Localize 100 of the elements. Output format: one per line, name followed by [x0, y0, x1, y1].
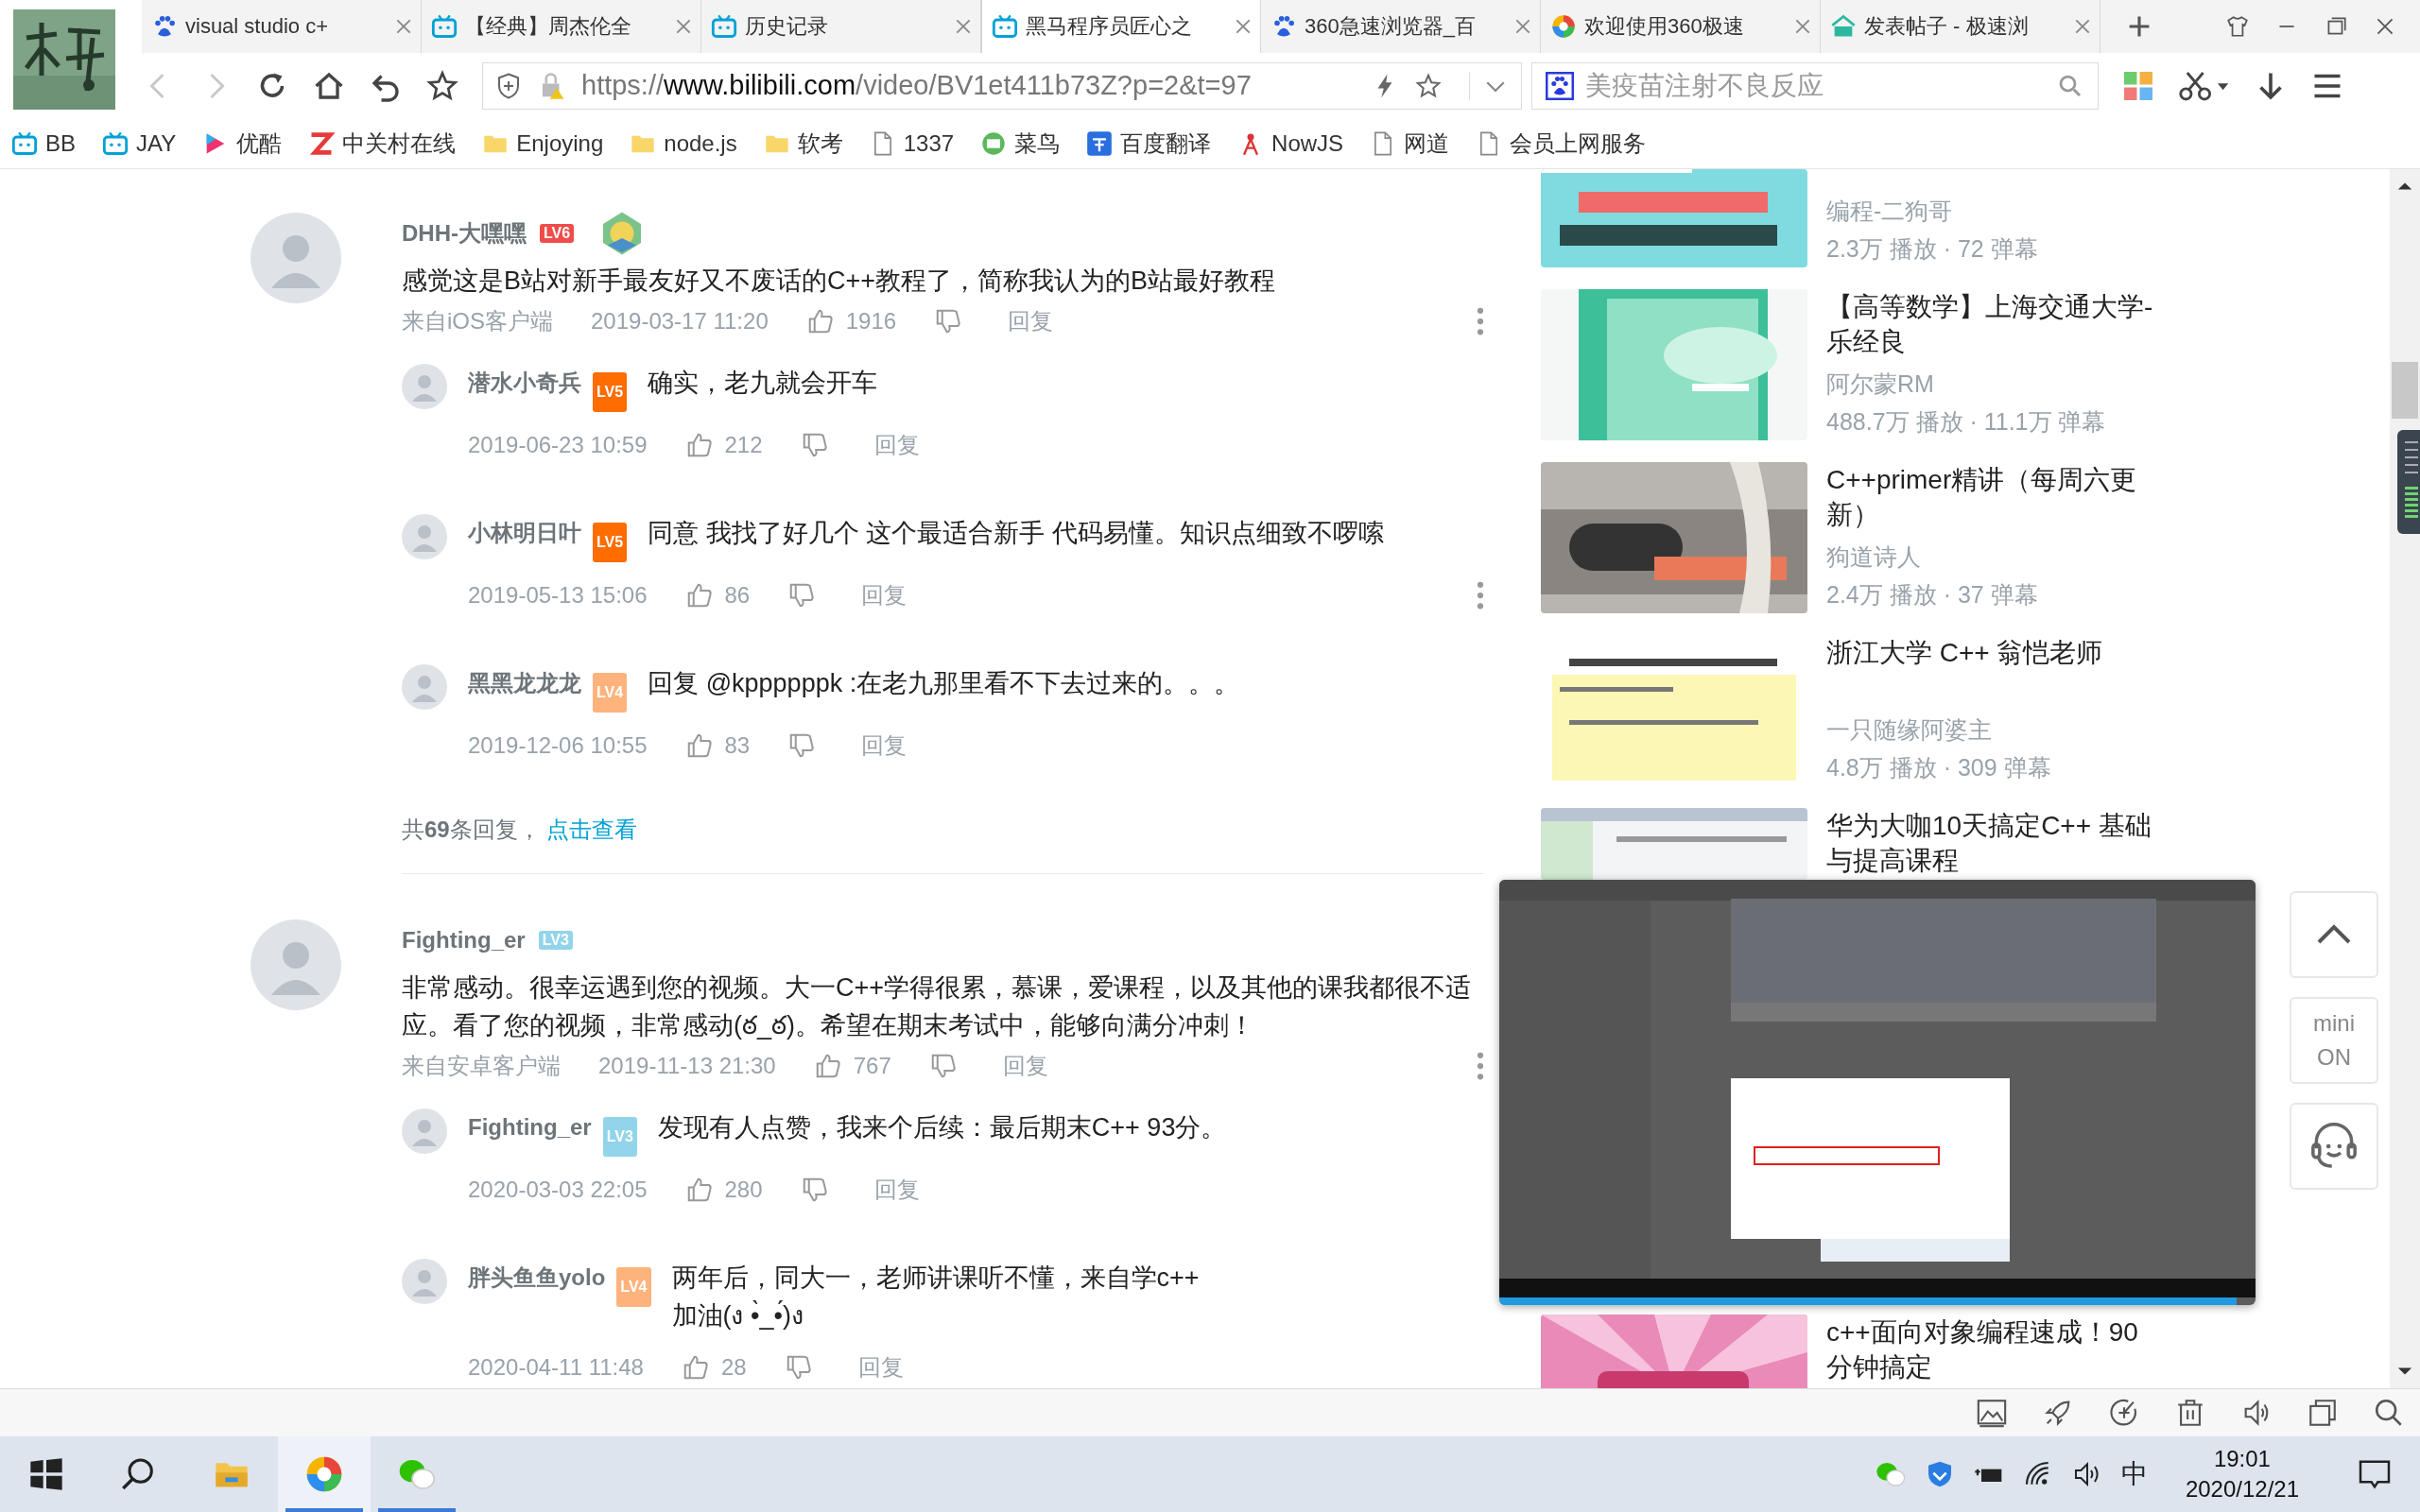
scroll-thumb[interactable] [2392, 362, 2418, 419]
tab-title: 360急速浏览器_百 [1305, 13, 1477, 40]
video-title[interactable]: 华为大咖10天搞定C++ 基础与提高课程 [1826, 808, 2157, 878]
bookmark[interactable]: 百度翻译 [1086, 128, 1212, 159]
bookmark[interactable]: NowJS [1237, 129, 1344, 157]
like-count: 767 [853, 1053, 891, 1079]
bookmark[interactable]: 1337 [869, 129, 955, 157]
avatar[interactable] [251, 213, 341, 303]
username[interactable]: 潜水小奇兵 [468, 364, 581, 402]
search-input[interactable]: 美疫苗注射不良反应 [1583, 69, 2047, 102]
username[interactable]: DHH-大嘿嘿 [402, 218, 527, 249]
tv-icon [11, 129, 38, 157]
like-count: 1916 [845, 308, 897, 335]
avatar[interactable] [251, 919, 341, 1010]
more-icon[interactable] [1477, 307, 1484, 335]
back-to-top-button[interactable] [2290, 891, 2378, 978]
search-bar[interactable]: 美疫苗注射不良反应 [1531, 61, 2099, 110]
tab-title: 黑马程序员匠心之 [1026, 13, 1193, 40]
reply-text: 两年后，同大一，老师讲课听不懂，来自学c++ 加油(ง •̀_•́)ง [671, 1263, 1201, 1332]
avatar[interactable] [402, 664, 447, 710]
username[interactable]: 黑黑龙龙龙 [468, 664, 581, 702]
star-icon[interactable] [425, 68, 459, 103]
house-icon [1830, 13, 1857, 40]
add-icon[interactable] [2127, 14, 2152, 39]
bookmark[interactable]: 网道 [1370, 128, 1450, 159]
video-stats: 4.8万 播放 · 309 弹幕 [1826, 753, 2052, 782]
tv-icon [431, 13, 458, 40]
input-method-indicator[interactable]: 中 [2120, 1456, 2148, 1492]
bookmark[interactable]: Enjoying [482, 129, 604, 157]
close-icon[interactable] [1795, 19, 1810, 34]
comment-source: 来自安卓客户端 [402, 1052, 561, 1080]
avatar[interactable] [402, 514, 447, 559]
browser-tab[interactable]: 黑马程序员匠心之 [981, 0, 1261, 53]
tab-title: 欢迎使用360极速 [1584, 13, 1745, 40]
bookmark[interactable]: JAY [102, 129, 177, 157]
reply-text: 回复 @kppppppk :在老九那里看不下去过来的。。。 [648, 668, 1241, 699]
scrollbar[interactable] [2390, 169, 2420, 1388]
taskbar-app[interactable] [278, 1436, 371, 1512]
support-button[interactable] [2290, 1103, 2378, 1190]
thumbs-down-icon[interactable] [787, 731, 817, 760]
bookmark[interactable]: BB [11, 129, 76, 157]
avatar[interactable] [402, 1259, 447, 1304]
reply-text: 确实，老九就会开车 [648, 368, 879, 399]
like-count: 83 [724, 732, 751, 759]
windows-icon[interactable] [27, 1455, 65, 1493]
bookmark[interactable]: 优酷 [202, 128, 283, 159]
more-icon[interactable] [1477, 581, 1484, 610]
bookmark[interactable]: 中关村在线 [308, 128, 457, 159]
avatar[interactable] [402, 1108, 447, 1154]
video-title[interactable]: C++primer精讲（每周六更新） [1826, 462, 2157, 532]
close-icon[interactable] [396, 19, 411, 34]
username[interactable]: Fighting_er [468, 1108, 592, 1146]
shirt-icon[interactable] [2225, 14, 2250, 39]
close-icon[interactable] [1515, 19, 1530, 34]
z-icon [308, 129, 336, 157]
thumbs-down-icon[interactable] [787, 581, 817, 610]
star-icon[interactable] [1414, 71, 1443, 100]
url-text: https://www.bilibili.com/video/BV1et411b73Z?p=2&t=97 [581, 70, 1253, 101]
ball-icon [305, 1455, 343, 1493]
video-title[interactable]: c++面向对象编程速成！90 分钟搞定 [1826, 1314, 2157, 1384]
thumbs-down-icon[interactable] [934, 307, 963, 335]
comment-time: 2020-04-11 11:48 [468, 1354, 644, 1381]
address-bar[interactable]: https://www.bilibili.com/video/BV1et411b73Z?p=2&t=97 [482, 61, 1522, 110]
level-badge: LV4 [593, 673, 628, 713]
comment-time: 2019-03-17 11:20 [591, 308, 769, 335]
comment-text: 非常感动。很幸运遇到您的视频。大一C++学得很累，慕课，爱课程，以及其他的课我都很不适应。看了您的视频，非常感动(ఠ_ఠ)。希望在期末考试中，能够向满分冲刺！ [402, 972, 1473, 1041]
close-icon[interactable] [676, 19, 691, 34]
scroll-up-icon[interactable] [2396, 180, 2413, 192]
video-title[interactable]: 浙江大学 C++ 翁恺老师 [1826, 635, 2157, 670]
comment-time: 2019-06-23 10:59 [468, 432, 648, 458]
clock[interactable]: 19:01 2020/12/21 [2185, 1444, 2299, 1504]
close-icon[interactable] [956, 19, 971, 34]
bookmark[interactable]: 会员上网服务 [1476, 128, 1647, 159]
bookmark[interactable]: 软考 [763, 128, 843, 159]
bookmark[interactable]: node.js [630, 129, 737, 157]
video-title[interactable]: 【高等数学】上海交通大学-乐经良 [1826, 289, 2157, 359]
tab-title: visual studio c+ [185, 14, 330, 39]
video-stats: 2.3万 播放 · 72 弹幕 [1826, 234, 2039, 264]
username[interactable]: 胖头鱼鱼yolo [468, 1259, 606, 1297]
window-icon[interactable] [2307, 1397, 2339, 1429]
comment-time: 2019-12-06 10:55 [468, 732, 648, 759]
image-icon[interactable] [1976, 1397, 2008, 1429]
level-badge: LV5 [593, 523, 628, 562]
mini-player-button[interactable]: mini ON [2290, 997, 2378, 1084]
scroll-down-icon[interactable] [2396, 1366, 2413, 1377]
reply-text: 发现有人点赞，我来个后续：最后期末C++ 93分。 [657, 1112, 1228, 1143]
tab-title: 发表帖子 - 极速浏 [1864, 13, 2030, 40]
like-count: 212 [724, 432, 763, 458]
bookmark[interactable]: 菜鸟 [980, 128, 1061, 159]
tv-icon [711, 13, 737, 40]
close-icon[interactable] [1236, 19, 1251, 34]
close-icon[interactable] [2075, 19, 2090, 34]
comment-time: 2019-11-13 21:30 [598, 1053, 776, 1079]
paw-icon [1546, 71, 1574, 100]
more-icon[interactable] [1477, 1052, 1484, 1080]
username[interactable]: 小林明日叶 [468, 514, 581, 552]
like-count: 280 [724, 1177, 763, 1203]
username[interactable]: Fighting_er [402, 927, 526, 954]
avatar[interactable] [402, 364, 447, 409]
reply-count: 共69条回复， [402, 816, 541, 842]
